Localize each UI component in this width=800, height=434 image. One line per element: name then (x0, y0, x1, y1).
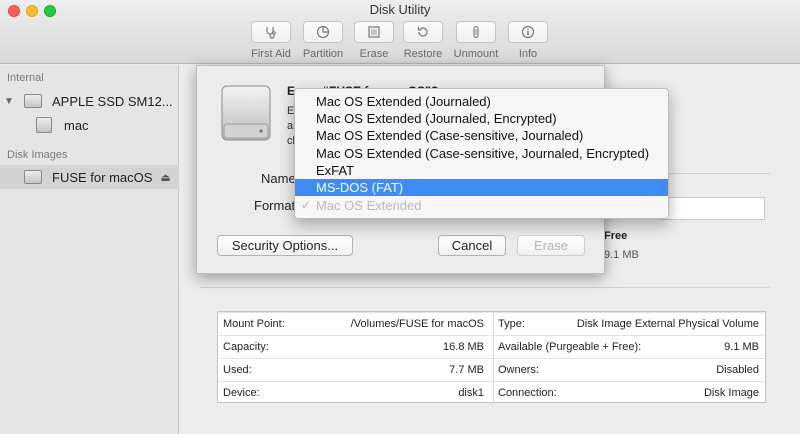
erase-label: Erase (359, 48, 389, 60)
sidebar-header-internal: Internal (7, 72, 44, 84)
window-title: Disk Utility (369, 2, 431, 17)
unmount-icon (473, 25, 479, 39)
menu-item-format-highlighted[interactable]: MS-DOS (FAT) (295, 179, 668, 196)
table-row: Used: 7.7 MB Owners: Disabled (218, 358, 765, 381)
info-value: disk1 (458, 387, 484, 399)
info-value: /Volumes/FUSE for macOS (350, 318, 484, 330)
info-value: 7.7 MB (449, 364, 484, 376)
info-label: Capacity: (223, 341, 269, 353)
sidebar-item-label: APPLE SSD SM12... (52, 93, 173, 109)
info-value: Disabled (716, 364, 759, 376)
first-aid-button[interactable]: First Aid (248, 21, 294, 60)
erase-button[interactable]: Erase (517, 235, 585, 256)
info-icon (521, 25, 535, 39)
info-table: Mount Point: /Volumes/FUSE for macOS Typ… (217, 311, 766, 403)
internal-disk-icon (24, 94, 42, 108)
name-label: Name (261, 171, 296, 186)
disclosure-triangle-icon[interactable]: ▼ (4, 96, 18, 107)
info-label: Mount Point: (223, 318, 285, 330)
first-aid-label: First Aid (251, 48, 291, 60)
sidebar-item-label: mac (64, 117, 89, 133)
menu-item-format[interactable]: Mac OS Extended (Journaled, Encrypted) (295, 110, 668, 127)
erase-toolbar-button[interactable]: Erase (351, 21, 397, 60)
partition-button[interactable]: Partition (300, 21, 346, 60)
divider (200, 287, 770, 288)
sidebar-item-fuse[interactable]: FUSE for macOS ⏏ (0, 165, 179, 189)
sidebar-item-mac[interactable]: mac (36, 113, 89, 137)
menu-item-format-selected[interactable]: ✓ Mac OS Extended (295, 197, 668, 214)
info-value: 9.1 MB (724, 341, 759, 353)
info-label: Connection: (498, 387, 557, 399)
info-label: Used: (223, 364, 252, 376)
checkmark-icon: ✓ (301, 198, 312, 212)
menu-item-format[interactable]: ExFAT (295, 162, 668, 179)
drive-icon (221, 85, 271, 141)
stethoscope-icon (266, 27, 276, 39)
eject-icon[interactable]: ⏏ (160, 171, 170, 184)
menu-item-format[interactable]: Mac OS Extended (Case-sensitive, Journal… (295, 127, 668, 144)
info-label: Owners: (498, 364, 539, 376)
sidebar-item-apple-ssd[interactable]: ▼ APPLE SSD SM12... (4, 89, 173, 113)
partition-label: Partition (302, 48, 344, 60)
disk-image-icon (24, 170, 42, 184)
partition-icon (316, 25, 330, 39)
sidebar: Internal ▼ APPLE SSD SM12... mac Disk Im… (0, 65, 179, 434)
sidebar-header-disk-images: Disk Images (7, 149, 68, 161)
info-label: Device: (223, 387, 260, 399)
restore-label: Restore (403, 48, 443, 60)
erase-icon (368, 26, 380, 38)
info-label: Type: (498, 318, 525, 330)
unmount-label: Unmount (453, 48, 499, 60)
menu-item-format[interactable]: Mac OS Extended (Case-sensitive, Journal… (295, 145, 668, 162)
info-value: Disk Image External Physical Volume (576, 318, 759, 330)
restore-button[interactable]: Restore (400, 21, 446, 60)
format-label: Format (254, 198, 296, 213)
cancel-button[interactable]: Cancel (438, 235, 506, 256)
table-row: Device: disk1 Connection: Disk Image (218, 381, 765, 404)
background-field (660, 197, 765, 220)
unmount-button[interactable]: Unmount (453, 21, 499, 60)
title-bar: Disk Utility First Aid Partition Erase R… (0, 0, 800, 64)
free-space-value: 9.1 MB (604, 249, 639, 261)
table-row: Mount Point: /Volumes/FUSE for macOS Typ… (218, 312, 765, 335)
menu-item-label: Mac OS Extended (316, 198, 422, 213)
volume-icon (36, 117, 52, 133)
restore-icon (417, 27, 428, 37)
info-value: 16.8 MB (443, 341, 484, 353)
menu-item-format[interactable]: Mac OS Extended (Journaled) (295, 93, 668, 110)
security-options-button[interactable]: Security Options... (217, 235, 353, 256)
info-value: Disk Image (703, 387, 759, 399)
info-label: Info (518, 48, 538, 60)
info-label: Available (Purgeable + Free): (498, 341, 642, 353)
free-space-label: Free (604, 230, 628, 242)
table-row: Capacity: 16.8 MB Available (Purgeable +… (218, 335, 765, 358)
info-button[interactable]: Info (505, 21, 551, 60)
sidebar-item-label: FUSE for macOS (52, 169, 153, 185)
format-dropdown-menu[interactable]: Mac OS Extended (Journaled) Mac OS Exten… (294, 88, 669, 219)
